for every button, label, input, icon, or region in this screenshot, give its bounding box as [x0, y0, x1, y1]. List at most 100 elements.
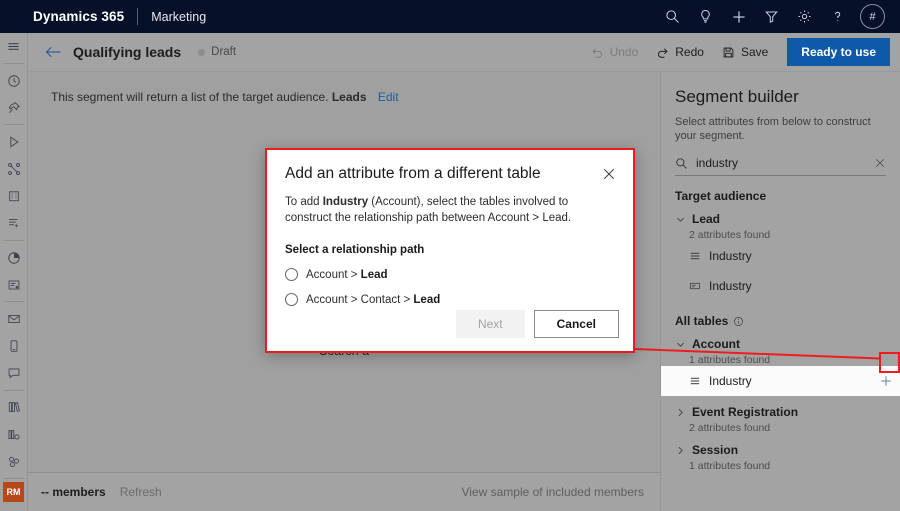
cancel-button[interactable]: Cancel [534, 310, 619, 338]
filter-icon[interactable] [755, 0, 788, 33]
library-icon[interactable] [0, 394, 28, 421]
avatar[interactable]: # [860, 4, 885, 29]
attribute-label: Industry [709, 249, 752, 263]
attribute-row-lead-industry-text[interactable]: Industry [661, 271, 900, 301]
building-icon[interactable] [0, 183, 28, 210]
chevron-right-icon [675, 445, 686, 456]
panel-title: Segment builder [661, 72, 900, 107]
rail-divider [4, 124, 24, 125]
rail-divider [4, 240, 24, 241]
chat-icon[interactable] [0, 360, 28, 387]
dialog-footer: Next Cancel [456, 310, 619, 338]
question-icon[interactable] [821, 0, 854, 33]
search-input[interactable]: industry [696, 156, 874, 170]
search-icon[interactable] [656, 0, 689, 33]
quick-campaign-icon[interactable] [0, 210, 28, 237]
hamburger-icon[interactable] [0, 33, 28, 60]
attribute-label: Industry [709, 374, 752, 388]
text-field-icon [689, 280, 701, 292]
lightbulb-icon[interactable] [689, 0, 722, 33]
panel-subtitle: Select attributes from below to construc… [661, 107, 900, 143]
radio-button-icon[interactable] [285, 293, 298, 306]
radio-label-prefix: Account > Contact > [306, 294, 413, 306]
attribute-search[interactable]: industry [675, 156, 886, 176]
table-name: Account [692, 337, 740, 351]
radio-option-account-lead[interactable]: Account > Lead [285, 268, 613, 281]
attribute-label: Industry [709, 279, 752, 293]
form-icon[interactable] [0, 271, 28, 298]
segment-builder-panel: Segment builder Select attributes from b… [660, 72, 900, 511]
canvas-edit-link[interactable]: Edit [378, 90, 399, 104]
dialog-body: To add Industry (Account), select the ta… [267, 184, 633, 306]
product-name: Dynamics 365 [33, 9, 124, 24]
option-set-icon [689, 250, 701, 262]
add-attribute-button[interactable] [878, 373, 894, 389]
radio-label-bold: Lead [361, 269, 388, 281]
status-label: Draft [211, 46, 236, 58]
next-button[interactable]: Next [456, 310, 525, 338]
canvas-note-prefix: This segment will return a list of the t… [51, 90, 328, 104]
attribute-row-lead-industry-optionset[interactable]: Industry [661, 241, 900, 271]
all-tables-label: All tables [675, 314, 728, 328]
back-arrow-icon[interactable] [38, 33, 68, 72]
dialog-description: To add Industry (Account), select the ta… [285, 194, 613, 226]
email-icon[interactable] [0, 305, 28, 332]
canvas-note-entity: Leads [332, 90, 367, 104]
mobile-icon[interactable] [0, 332, 28, 359]
pin-icon[interactable] [0, 94, 28, 121]
app-window: Dynamics 365 Marketing [0, 0, 900, 511]
segments-icon[interactable] [0, 421, 28, 448]
table-group-event-registration[interactable]: Event Registration [661, 396, 900, 419]
table-group-session[interactable]: Session [661, 434, 900, 457]
table-name: Lead [692, 212, 720, 226]
ready-to-use-button[interactable]: Ready to use [787, 38, 890, 66]
radio-button-icon[interactable] [285, 268, 298, 281]
target-audience-header: Target audience [661, 176, 900, 203]
gear-icon[interactable] [788, 0, 821, 33]
dialog-desc-prefix: To add [285, 196, 323, 208]
rail-divider [4, 301, 24, 302]
table-meta: 2 attributes found [661, 419, 900, 434]
chevron-down-icon [675, 339, 686, 350]
plus-icon[interactable] [722, 0, 755, 33]
attribute-row-account-industry[interactable]: Industry [661, 366, 900, 396]
rail-divider [4, 478, 24, 479]
play-icon[interactable] [0, 128, 28, 155]
redo-button[interactable]: Redo [647, 40, 713, 64]
close-icon[interactable] [874, 157, 886, 169]
radio-label-prefix: Account > [306, 269, 361, 281]
table-name: Event Registration [692, 405, 798, 419]
clock-icon[interactable] [0, 67, 28, 94]
info-icon[interactable] [733, 316, 744, 327]
dialog-header: Add an attribute from a different table [267, 150, 633, 184]
brand-divider [137, 8, 138, 25]
table-group-account[interactable]: Account [661, 328, 900, 351]
user-avatar[interactable]: RM [3, 482, 24, 502]
refresh-button[interactable]: Refresh [120, 485, 162, 499]
brand-actions: # [656, 0, 900, 33]
flow-icon[interactable] [0, 156, 28, 183]
status-dot [198, 49, 205, 56]
view-sample-link[interactable]: View sample of included members [461, 485, 644, 499]
command-bar-actions: Undo Redo Save Ready to use [582, 38, 900, 66]
table-group-lead[interactable]: Lead [661, 203, 900, 226]
table-name: Session [692, 443, 738, 457]
left-nav-rail: RM [0, 33, 28, 511]
cluster-icon[interactable] [0, 448, 28, 475]
save-icon [722, 46, 735, 59]
radio-label-bold: Lead [413, 294, 440, 306]
all-tables-header: All tables [661, 301, 900, 328]
save-label: Save [741, 45, 768, 59]
table-meta: 2 attributes found [661, 226, 900, 241]
relationship-path-label: Select a relationship path [285, 244, 613, 256]
save-button[interactable]: Save [713, 40, 777, 64]
radio-label: Account > Contact > Lead [306, 294, 440, 306]
undo-label: Undo [610, 45, 639, 59]
add-attribute-dialog: Add an attribute from a different table … [265, 148, 635, 353]
close-icon[interactable] [599, 164, 619, 184]
command-bar: Qualifying leads Draft Undo Redo [28, 33, 900, 72]
pie-chart-icon[interactable] [0, 244, 28, 271]
radio-option-account-contact-lead[interactable]: Account > Contact > Lead [285, 293, 613, 306]
app-name: Marketing [151, 10, 206, 24]
undo-button[interactable]: Undo [582, 40, 648, 64]
